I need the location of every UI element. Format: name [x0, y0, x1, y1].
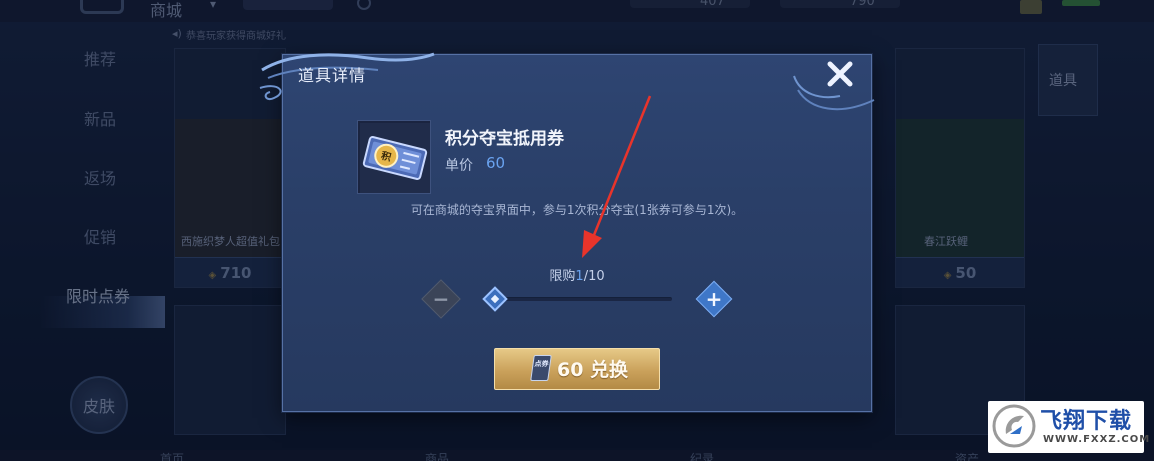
price-value: 60: [486, 154, 506, 172]
voucher-ticket-icon: 积: [360, 123, 430, 193]
watermark-url: WWW.FXXZ.COM: [1043, 434, 1151, 445]
item-name: 积分夺宝抵用券: [445, 129, 564, 149]
watermark-logo-icon: [992, 404, 1036, 448]
item-description: 可在商城的夺宝界面中，参与1次积分夺宝(1张券可参与1次)。: [410, 203, 744, 217]
watermark-text: 飞翔下载: [1040, 409, 1133, 434]
modal-title: 道具详情: [298, 66, 367, 85]
quantity-slider[interactable]: [494, 297, 672, 301]
plus-icon[interactable]: +: [701, 286, 727, 312]
minus-icon[interactable]: −: [427, 285, 455, 313]
price-label: 单价: [445, 158, 473, 174]
purchase-limit-current: 1: [575, 269, 584, 284]
point-coupon-icon: 点券: [530, 355, 552, 381]
close-icon: [827, 61, 853, 87]
item-thumbnail: 积: [357, 120, 431, 194]
purchase-limit: 限购1/10: [549, 269, 605, 284]
exchange-button-label[interactable]: 60 兑换: [557, 355, 628, 382]
close-button[interactable]: [822, 56, 858, 92]
